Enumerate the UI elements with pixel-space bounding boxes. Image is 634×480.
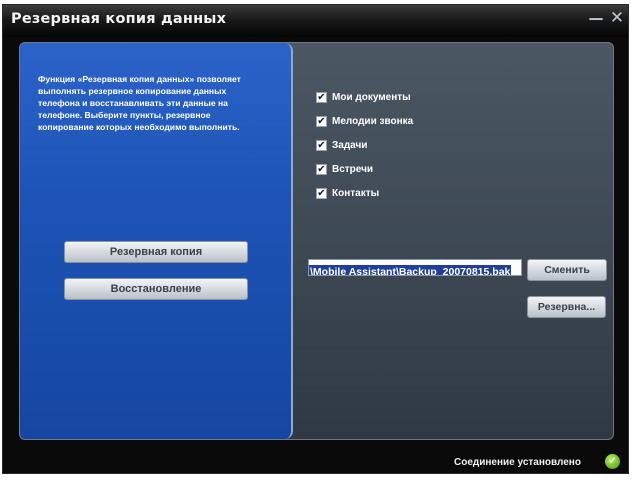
info-panel: Функция «Резервная копия данных» позволя… — [20, 43, 293, 439]
backup-path-value[interactable]: \Mobile Assistant\Backup_20070815.bak — [309, 265, 512, 275]
checkbox-icon[interactable]: ✔ — [316, 187, 327, 199]
checkbox-contacts[interactable]: ✔ Контакты — [316, 181, 413, 205]
checkbox-icon[interactable]: ✔ — [316, 91, 327, 103]
checkbox-label: Мелодии звонка — [332, 115, 414, 127]
checkbox-label: Мои документы — [332, 91, 411, 103]
restore-button[interactable]: Восстановление — [64, 278, 248, 300]
close-icon[interactable]: ✕ — [606, 9, 628, 27]
backup-items-list: ✔ Мои документы ✔ Мелодии звонка ✔ Задач… — [316, 85, 413, 205]
window-title: Резервная копия данных — [11, 11, 227, 27]
connection-status: Соединение установлено — [454, 457, 581, 468]
checkbox-label: Встречи — [332, 163, 374, 175]
backup-button[interactable]: Резервная копия — [64, 241, 248, 263]
browse-backup-button[interactable]: Резервна... — [527, 296, 606, 318]
checkbox-ringtones[interactable]: ✔ Мелодии звонка — [316, 109, 413, 133]
checkbox-icon[interactable]: ✔ — [316, 163, 327, 175]
checkbox-tasks[interactable]: ✔ Задачи — [316, 133, 413, 157]
checkbox-my-documents[interactable]: ✔ Мои документы — [316, 85, 413, 109]
checkbox-label: Контакты — [332, 187, 380, 199]
change-path-button[interactable]: Сменить — [527, 259, 607, 281]
main-content: Функция «Резервная копия данных» позволя… — [19, 42, 614, 440]
backup-path-field[interactable]: \Mobile Assistant\Backup_20070815.bak — [308, 259, 522, 276]
checkbox-meetings[interactable]: ✔ Встречи — [316, 157, 413, 181]
checkbox-icon[interactable]: ✔ — [316, 115, 327, 127]
check-circle-icon: ✔ — [605, 454, 620, 469]
description-text: Функция «Резервная копия данных» позволя… — [38, 74, 241, 132]
checkbox-label: Задачи — [332, 139, 368, 151]
backup-window: Резервная копия данных — ✕ Функция «Резе… — [2, 4, 629, 474]
minimize-icon[interactable]: — — [585, 9, 607, 27]
checkbox-icon[interactable]: ✔ — [316, 139, 327, 151]
title-bar: Резервная копия данных — ✕ — [3, 5, 628, 37]
